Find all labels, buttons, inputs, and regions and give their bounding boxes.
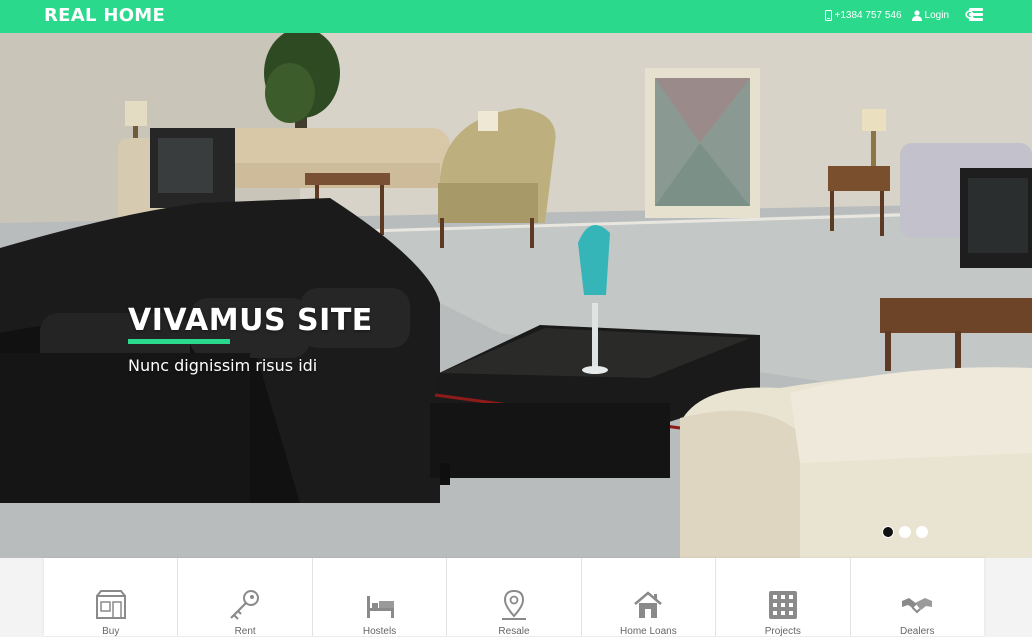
- category-buy[interactable]: Buy: [44, 558, 179, 637]
- category-projects[interactable]: Projects: [716, 558, 851, 637]
- hero-title-underline: [128, 339, 230, 344]
- phone-link[interactable]: +1384 757 546: [824, 10, 902, 21]
- category-dealers[interactable]: Dealers: [851, 558, 984, 637]
- key-icon: [230, 590, 260, 620]
- bed-icon: [366, 596, 394, 618]
- login-link[interactable]: Login: [911, 10, 949, 21]
- top-right-links: +1384 757 546 Login: [824, 10, 976, 21]
- building-icon: [768, 591, 797, 619]
- phone-icon: [824, 10, 832, 21]
- slider-dot-2[interactable]: [899, 526, 911, 538]
- house-icon: [634, 591, 663, 618]
- handshake-icon: [902, 598, 933, 614]
- login-label: Login: [924, 10, 949, 21]
- phone-number: +1384 757 546: [834, 10, 902, 21]
- slider-dot-1[interactable]: [882, 526, 894, 538]
- category-home-loans[interactable]: Home Loans: [582, 558, 717, 637]
- category-label: Resale: [498, 626, 530, 637]
- hero-background-image: [0, 33, 1032, 558]
- category-hostels[interactable]: Hostels: [313, 558, 448, 637]
- slider-dot-3[interactable]: [916, 526, 928, 538]
- store-icon: [95, 590, 126, 619]
- category-label: Home Loans: [620, 626, 677, 637]
- category-bar: Buy Rent Hostels Resale Home Loans Proje…: [44, 558, 984, 637]
- category-label: Buy: [102, 626, 120, 637]
- category-label: Rent: [234, 626, 256, 637]
- brand-logo[interactable]: REAL HOME: [44, 5, 165, 26]
- top-navbar: REAL HOME +1384 757 546 Login: [0, 0, 1032, 33]
- menu-icon[interactable]: [969, 8, 983, 21]
- map-pin-icon: [501, 589, 526, 620]
- user-icon: [911, 10, 922, 21]
- category-label: Hostels: [362, 626, 397, 637]
- category-label: Dealers: [900, 626, 935, 637]
- slider-pagination: [882, 526, 928, 538]
- category-rent[interactable]: Rent: [178, 558, 313, 637]
- hero-slider: VIVAMUS SITE Nunc dignissim risus idi: [0, 33, 1032, 558]
- hero-subtitle: Nunc dignissim risus idi: [128, 356, 318, 375]
- category-resale[interactable]: Resale: [447, 558, 582, 637]
- hero-title: VIVAMUS SITE: [128, 303, 373, 338]
- category-label: Projects: [764, 626, 801, 637]
